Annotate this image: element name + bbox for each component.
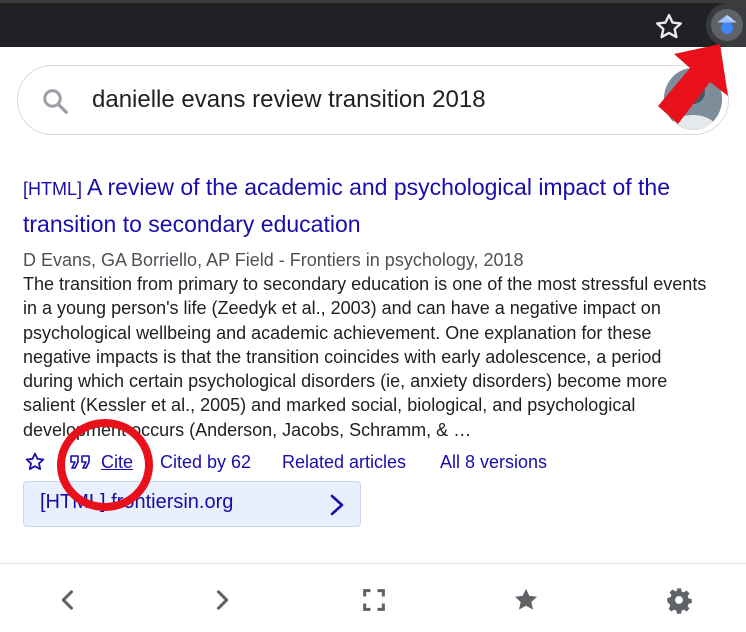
settings-icon[interactable] xyxy=(665,586,693,614)
save-star-icon[interactable] xyxy=(23,450,47,479)
chevron-right-icon xyxy=(330,494,344,516)
all-versions-link[interactable]: All 8 versions xyxy=(440,452,547,473)
result-title[interactable]: A review of the academic and psychologic… xyxy=(23,174,670,237)
result-snippet: The transition from primary to secondary… xyxy=(23,274,707,440)
browser-toolbar xyxy=(0,0,746,47)
avatar[interactable] xyxy=(664,68,722,130)
search-bar[interactable] xyxy=(17,65,729,135)
html-full-text-button[interactable]: [HTML] frontiersin.org xyxy=(23,481,361,527)
html-link-label: [HTML] frontiersin.org xyxy=(40,491,234,513)
back-icon[interactable] xyxy=(54,586,82,614)
bottom-navigation xyxy=(0,563,746,632)
related-articles-link[interactable]: Related articles xyxy=(282,452,406,473)
search-input[interactable] xyxy=(92,80,612,120)
toolbar-edge xyxy=(0,0,746,3)
cited-by-link[interactable]: Cited by 62 xyxy=(160,452,251,473)
search-result: [HTML] A review of the academic and psych… xyxy=(23,170,723,480)
scholar-extension-button[interactable] xyxy=(706,3,746,47)
result-title-link[interactable]: [HTML] A review of the academic and psych… xyxy=(23,170,723,242)
bookmark-star-icon[interactable] xyxy=(652,10,686,44)
cite-link[interactable]: Cite xyxy=(101,452,133,473)
result-authors: D Evans, GA Borriello, AP Field - Fronti… xyxy=(23,250,524,270)
search-icon xyxy=(43,89,68,114)
star-icon[interactable] xyxy=(512,586,540,614)
fullscreen-icon[interactable] xyxy=(360,586,388,614)
format-tag: [HTML] xyxy=(23,179,83,199)
result-actions: Cite Cited by 62 Related articles All 8 … xyxy=(23,448,723,480)
quote-icon[interactable] xyxy=(69,452,93,477)
google-scholar-icon xyxy=(717,15,737,34)
forward-icon[interactable] xyxy=(208,586,236,614)
